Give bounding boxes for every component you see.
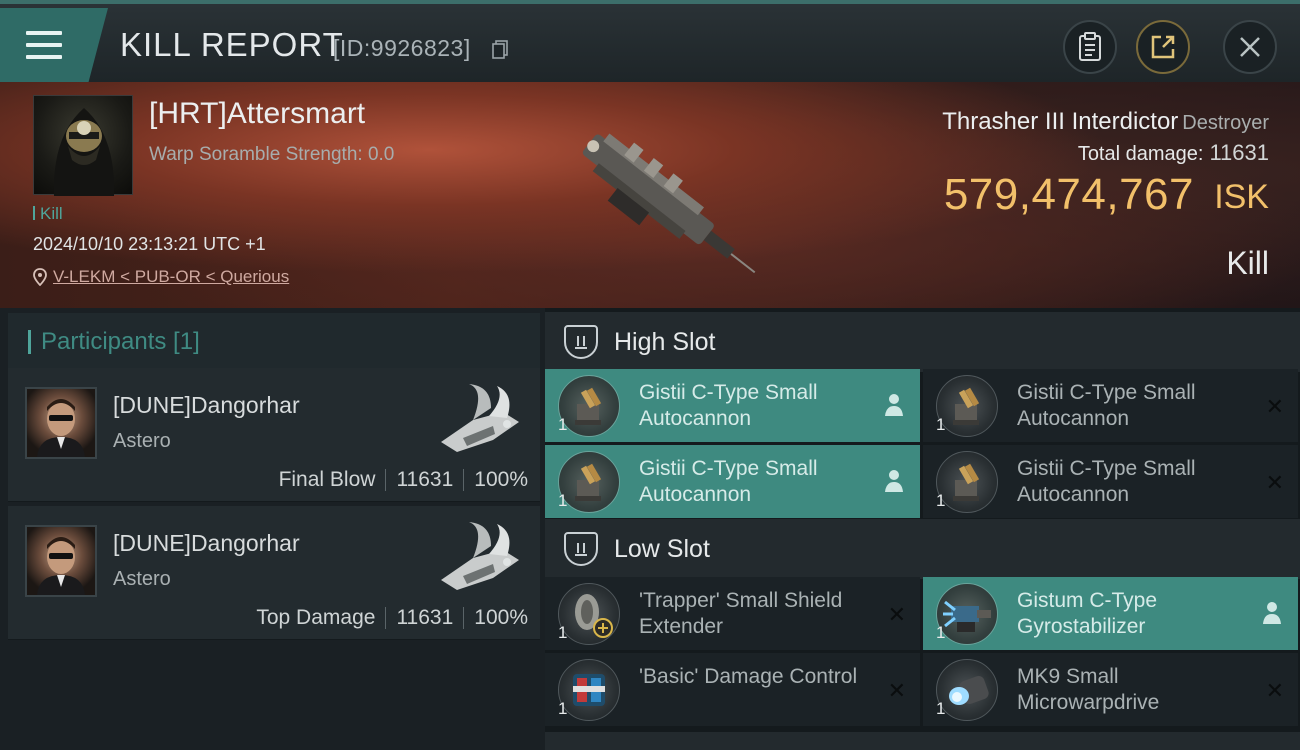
victim-portrait[interactable] [33, 95, 133, 196]
total-damage-label: Total damage: [1077, 143, 1204, 165]
pilot-portrait-icon [37, 399, 85, 457]
clipboard-button[interactable] [1063, 20, 1117, 74]
participants-panel: Participants [1] [DUNE]Dangorhar Astero … [0, 308, 545, 750]
total-damage: Total damage: 11631 [1078, 140, 1269, 166]
kill-datetime: 2024/10/10 23:13:21 UTC +1 [33, 234, 266, 254]
astero-ship-icon [441, 522, 519, 590]
participant-row[interactable]: [DUNE]Dangorhar Astero Top Damage 11631 … [8, 506, 540, 640]
dropped-person-icon [885, 394, 903, 416]
victim-ship-name[interactable]: Thrasher III Interdictor Destroyer [942, 108, 1269, 136]
participants-header: Participants [1] [8, 313, 540, 371]
hamburger-icon [26, 31, 62, 59]
participant-role: Final Blow [278, 468, 376, 491]
dropped-person-icon [1263, 602, 1281, 624]
next-slot-header-peek [545, 732, 1300, 750]
destroyed-x-icon: ✕ [887, 678, 906, 703]
location-link[interactable]: V-LEKM < PUB-OR < Querious [33, 267, 289, 287]
participant-stats: Final Blow 11631 100% [279, 468, 528, 492]
destroyed-x-icon: ✕ [887, 602, 906, 627]
kill-tag: Kill [33, 204, 63, 224]
victim-name[interactable]: [HRT]Attersmart [149, 97, 365, 131]
module-slot[interactable]: 1 Gistum C-Type Gyrostabilizer [923, 577, 1298, 650]
module-quantity: 1 [936, 699, 946, 718]
report-id: [ID:9926823] [333, 35, 471, 61]
ship-class: Destroyer [1182, 112, 1269, 134]
module-slot[interactable]: 1 Gistii C-Type Small Autocannon ✕ [923, 369, 1298, 442]
module-quantity: 1 [936, 415, 946, 434]
module-slot[interactable]: 1 Gistii C-Type Small Autocannon ✕ [923, 445, 1298, 518]
participant-avatar [25, 387, 97, 459]
participant-stats: Top Damage 11631 100% [256, 606, 528, 630]
module-slot[interactable]: 1 'Basic' Damage Control ✕ [545, 653, 920, 726]
module-quantity: 1 [936, 623, 946, 642]
participant-percent: 100% [474, 606, 528, 629]
participant-row[interactable]: [DUNE]Dangorhar Astero Final Blow 11631 … [8, 368, 540, 502]
module-name: Gistii C-Type Small Autocannon [639, 381, 818, 430]
destroyed-x-icon: ✕ [1265, 470, 1284, 495]
participant-damage: 11631 [396, 606, 454, 629]
module-name: MK9 Small Microwarpdrive [1017, 665, 1160, 714]
location-text[interactable]: V-LEKM < PUB-OR < Querious [53, 267, 289, 287]
total-damage-value: 11631 [1209, 140, 1269, 165]
low-slot-label: Low Slot [614, 534, 710, 563]
location-pin-icon [33, 268, 47, 286]
menu-button[interactable] [0, 8, 108, 82]
top-bar: KILL REPORT [ID:9926823] [0, 0, 1300, 82]
page-title: KILL REPORT [120, 26, 344, 63]
warp-scramble-strength: Warp Soramble Strength: 0.0 [149, 144, 395, 165]
module-slot[interactable]: 1 Gistii C-Type Small Autocannon [545, 445, 920, 518]
participant-name[interactable]: [DUNE]Dangorhar [113, 392, 300, 419]
module-name: Gistii C-Type Small Autocannon [1017, 381, 1196, 430]
close-icon [1240, 37, 1260, 57]
module-quantity: 1 [936, 491, 946, 510]
participant-name[interactable]: [DUNE]Dangorhar [113, 530, 300, 557]
isk-unit: ISK [1214, 178, 1269, 216]
module-name: 'Trapper' Small Shield Extender [639, 589, 843, 638]
low-slot-icon [564, 532, 598, 566]
participant-damage: 11631 [396, 468, 454, 491]
destroyed-x-icon: ✕ [1265, 678, 1284, 703]
close-button[interactable] [1223, 20, 1277, 74]
low-slot-header: Low Slot [545, 519, 1300, 579]
module-slot[interactable]: 1 Gistii C-Type Small Autocannon [545, 369, 920, 442]
kill-result: Kill [1226, 245, 1269, 281]
ship-name-text: Thrasher III Interdictor [942, 108, 1179, 135]
astero-ship-icon [441, 384, 519, 452]
victim-ship-image[interactable] [550, 97, 760, 297]
participant-percent: 100% [474, 468, 528, 491]
module-quantity: 1 [558, 415, 568, 434]
participant-ship: Astero [113, 430, 171, 452]
high-slot-label: High Slot [614, 327, 716, 356]
participant-role: Top Damage [256, 606, 376, 629]
module-name: Gistum C-Type Gyrostabilizer [1017, 589, 1158, 638]
clipboard-icon [1079, 32, 1101, 61]
module-name: Gistii C-Type Small Autocannon [639, 457, 818, 506]
high-slot-icon [564, 325, 598, 359]
share-icon [1151, 35, 1175, 59]
participant-ship: Astero [113, 568, 171, 590]
module-slot[interactable]: 1 MK9 Small Microwarpdrive ✕ [923, 653, 1298, 726]
destroyed-x-icon: ✕ [1265, 394, 1284, 419]
dropped-person-icon [885, 470, 903, 492]
copy-icon[interactable] [492, 40, 508, 59]
isk-value: 579,474,767 [943, 170, 1194, 219]
victim-banner: [HRT]Attersmart Warp Soramble Strength: … [0, 82, 1300, 308]
module-slot[interactable]: 1 'Trapper' Small Shield Extender ✕ [545, 577, 920, 650]
share-button[interactable] [1136, 20, 1190, 74]
participant-avatar [25, 525, 97, 597]
module-name: 'Basic' Damage Control [639, 665, 858, 688]
module-quantity: 1 [558, 699, 568, 718]
hooded-pilot-icon [53, 108, 115, 196]
module-quantity: 1 [558, 491, 568, 510]
module-name: Gistii C-Type Small Autocannon [1017, 457, 1196, 506]
pilot-portrait-icon [37, 537, 85, 595]
module-quantity: 1 [558, 623, 568, 642]
high-slot-header: High Slot [545, 312, 1300, 372]
fitting-panel: High Slot 1 Gistii C-Type Small Autocann… [545, 308, 1300, 750]
